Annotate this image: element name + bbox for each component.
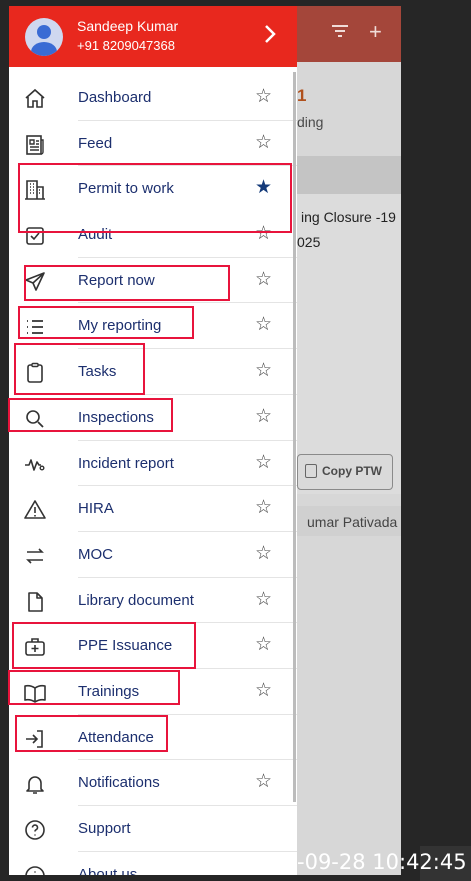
- menu-item-library-document[interactable]: Library document ☆: [9, 578, 297, 624]
- menu-item-hira[interactable]: HIRA ☆: [9, 486, 297, 532]
- home-icon: [23, 87, 47, 111]
- pulse-icon: [23, 453, 47, 477]
- menu-item-about-us[interactable]: About us: [9, 852, 297, 875]
- menu-item-label: Feed: [78, 134, 113, 152]
- star-outline-icon[interactable]: ☆: [255, 85, 272, 108]
- menu-item-label: Incident report: [78, 454, 174, 472]
- background-status: ding: [297, 114, 324, 130]
- star-outline-icon[interactable]: ☆: [255, 268, 272, 291]
- star-outline-icon[interactable]: ☆: [255, 770, 272, 793]
- drawer-scrollbar[interactable]: [293, 72, 296, 802]
- filter-icon: [331, 22, 349, 46]
- swap-icon: [23, 544, 47, 568]
- star-outline-icon[interactable]: ☆: [255, 131, 272, 154]
- timestamp: -09-28 10:42:45: [297, 850, 467, 874]
- menu-item-notifications[interactable]: Notifications ☆: [9, 760, 297, 806]
- menu-item-label: Dashboard: [78, 89, 152, 106]
- menu-item-label: Notifications: [78, 774, 160, 792]
- menu-item-dashboard[interactable]: Dashboard ☆: [9, 75, 297, 121]
- menu-item-support[interactable]: Support: [9, 806, 297, 852]
- star-outline-icon[interactable]: ☆: [255, 313, 272, 336]
- menu-item-label: MOC: [78, 545, 113, 563]
- menu-item-moc[interactable]: MOC ☆: [9, 532, 297, 578]
- star-outline-icon[interactable]: ☆: [255, 542, 272, 565]
- highlight-report-now: [24, 265, 230, 301]
- chevron-right-icon[interactable]: [263, 23, 277, 51]
- menu-item-feed[interactable]: Feed ☆: [9, 121, 297, 167]
- highlight-permit-to-work: [18, 163, 292, 233]
- highlight-attendance: [15, 715, 168, 752]
- user-name: Sandeep Kumar: [77, 18, 179, 34]
- menu-item-incident-report[interactable]: Incident report ☆: [9, 441, 297, 487]
- highlight-my-reporting: [18, 306, 194, 339]
- help-icon: [23, 818, 47, 842]
- background-person-name: umar Pativada: [307, 514, 398, 530]
- background-count: 1: [297, 86, 307, 105]
- background-card-title: ing Closure -19: [301, 209, 396, 225]
- highlight-inspections: [8, 398, 173, 432]
- menu-item-label: HIRA: [78, 500, 114, 518]
- star-outline-icon[interactable]: ☆: [255, 633, 272, 656]
- menu-item-label: About us: [78, 865, 138, 875]
- copy-icon: [305, 464, 317, 478]
- background-band: [297, 156, 401, 194]
- star-outline-icon[interactable]: ☆: [255, 496, 272, 519]
- user-phone: +91 8209047368: [77, 38, 175, 53]
- star-outline-icon[interactable]: ☆: [255, 679, 272, 702]
- highlight-trainings: [8, 670, 180, 705]
- star-outline-icon[interactable]: ☆: [255, 359, 272, 382]
- highlight-tasks: [14, 343, 145, 395]
- add-icon: +: [369, 19, 382, 44]
- star-outline-icon[interactable]: ☆: [255, 588, 272, 611]
- info-icon: [23, 864, 47, 875]
- star-outline-icon[interactable]: ☆: [255, 405, 272, 428]
- menu-item-label: Support: [78, 820, 131, 837]
- avatar: [25, 18, 63, 56]
- newspaper-icon: [23, 133, 47, 157]
- highlight-ppe-issuance: [12, 622, 196, 669]
- menu-item-label: Library document: [78, 591, 194, 609]
- star-outline-icon[interactable]: ☆: [255, 451, 272, 474]
- profile-header[interactable]: Sandeep Kumar +91 8209047368: [9, 6, 297, 67]
- warning-icon: [23, 498, 47, 522]
- document-icon: [23, 590, 47, 614]
- bell-icon: [23, 772, 47, 796]
- background-card-date: 025: [297, 234, 321, 250]
